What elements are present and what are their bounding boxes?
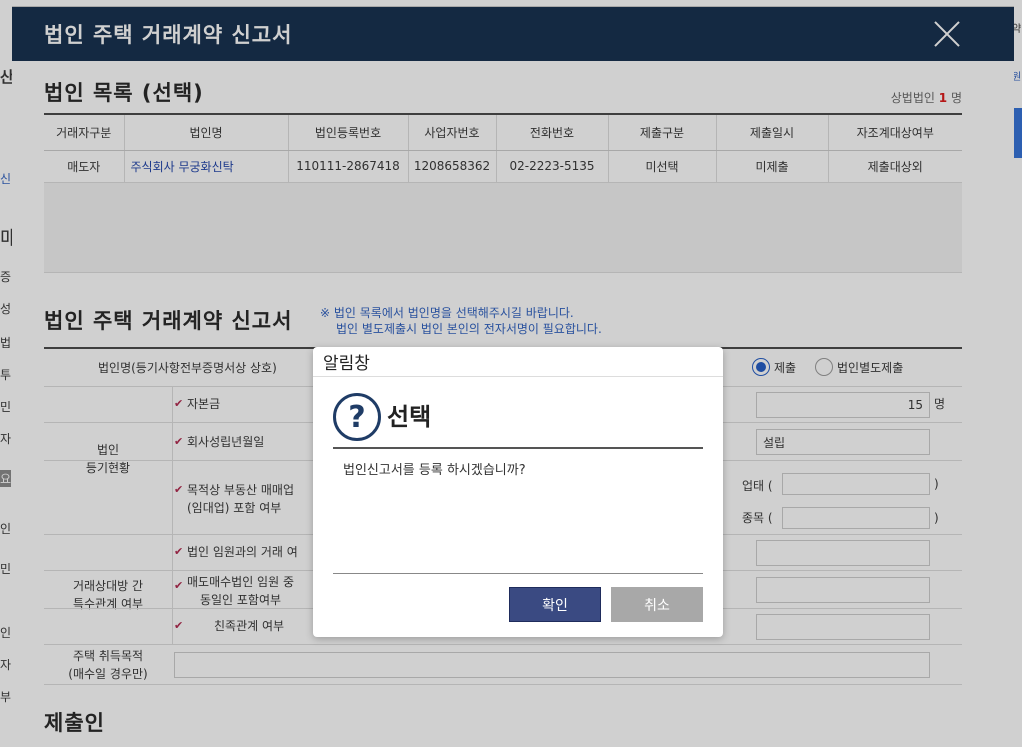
cancel-button[interactable]: 취소 (611, 587, 703, 622)
divider (333, 573, 703, 574)
dialog-titlebar: 알림창 (313, 347, 723, 377)
dialog-title: 알림창 (323, 354, 370, 374)
dialog-heading: 선택 (387, 403, 432, 431)
question-icon-glyph: ? (348, 399, 366, 435)
confirm-button[interactable]: 확인 (509, 587, 601, 622)
dialog-message: 법인신고서를 등록 하시겠습니까? (343, 463, 526, 478)
question-icon: ? (333, 393, 381, 441)
alert-dialog: 알림창 ? 선택 법인신고서를 등록 하시겠습니까? 확인 취소 (313, 347, 723, 637)
divider (333, 447, 703, 449)
